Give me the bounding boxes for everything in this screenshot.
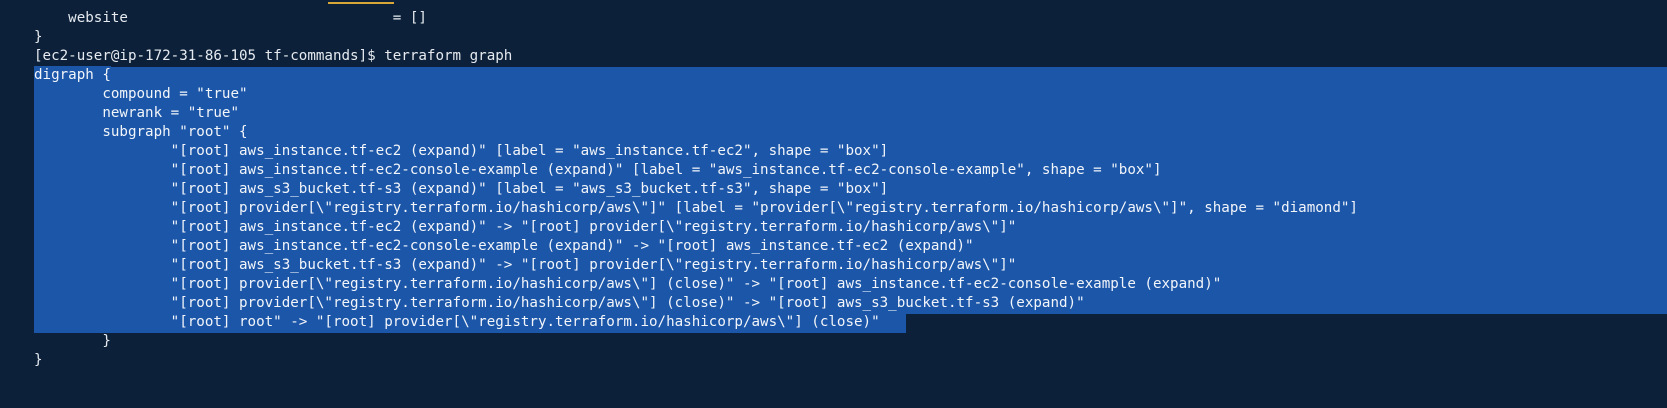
terminal-line-edge-console-ec2: "[root] aws_instance.tf-ec2-console-exam… <box>34 237 974 256</box>
terminal-line-website: website = [] <box>34 10 427 26</box>
terminal-line-newrank: newrank = "true" <box>34 104 239 123</box>
terminal-line-edge-ec2-provider: "[root] aws_instance.tf-ec2 (expand)" ->… <box>34 218 1017 237</box>
highlight-underline <box>328 2 394 4</box>
terminal-window[interactable]: website = [] } [ec2-user@ip-172-31-86-10… <box>0 0 1667 408</box>
terminal-line-node-ec2: "[root] aws_instance.tf-ec2 (expand)" [l… <box>34 142 889 161</box>
terminal-line-digraph-close: } <box>34 352 43 368</box>
terminal-line-close-brace: } <box>34 29 43 45</box>
terminal-line-edge-close-console: "[root] provider[\"registry.terraform.io… <box>34 275 1222 294</box>
terminal-line-subgraph: subgraph "root" { <box>34 123 248 142</box>
terminal-line-subgraph-close: } <box>34 333 111 349</box>
terminal-prompt-line: [ec2-user@ip-172-31-86-105 tf-commands]$… <box>34 48 513 64</box>
terminal-line-edge-root-close: "[root] root" -> "[root] provider[\"regi… <box>34 313 880 332</box>
terminal-line-node-provider: "[root] provider[\"registry.terraform.io… <box>34 199 1358 218</box>
terminal-line-node-s3: "[root] aws_s3_bucket.tf-s3 (expand)" [l… <box>34 180 889 199</box>
terminal-line-edge-s3-provider: "[root] aws_s3_bucket.tf-s3 (expand)" ->… <box>34 256 1017 275</box>
terminal-line-compound: compound = "true" <box>34 85 248 104</box>
terminal-line-edge-close-s3: "[root] provider[\"registry.terraform.io… <box>34 294 1085 313</box>
terminal-line-node-ec2-console: "[root] aws_instance.tf-ec2-console-exam… <box>34 161 1162 180</box>
terminal-line-digraph: digraph { <box>34 66 111 85</box>
